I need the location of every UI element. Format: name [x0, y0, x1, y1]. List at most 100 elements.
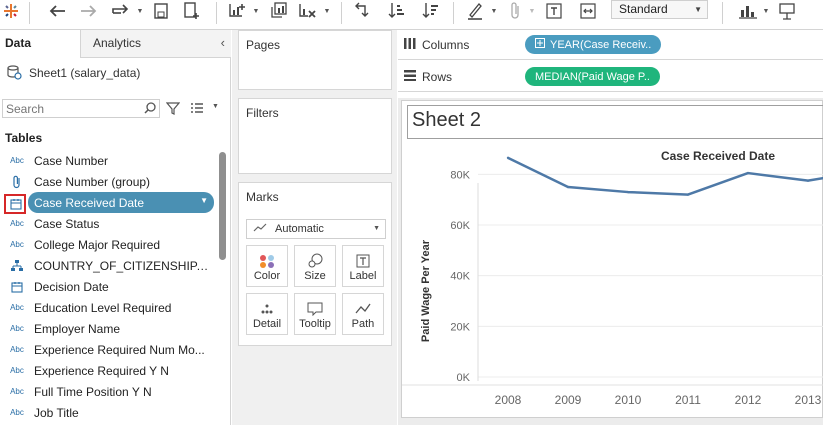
columns-shelf-name: Columns	[404, 37, 470, 52]
field-label: Education Level Required	[34, 300, 172, 315]
new-worksheet-icon[interactable]	[226, 0, 248, 22]
tab-analytics[interactable]: Analytics ‹	[80, 30, 231, 58]
columns-label: Columns	[422, 37, 470, 52]
sort-descending-icon[interactable]	[420, 0, 442, 22]
pages-card[interactable]: Pages	[238, 30, 392, 90]
field-dropdown-icon[interactable]: ▼	[200, 196, 208, 205]
y-tick-label: 0K	[457, 372, 471, 384]
tooltip-label: Tooltip	[299, 318, 331, 330]
new-datasource-icon[interactable]	[180, 0, 204, 22]
string-type-icon: Abc	[10, 156, 24, 165]
tables-header: Tables	[5, 131, 43, 145]
field-item[interactable]: Abc Experience Required Y N	[0, 360, 214, 381]
view-dropdown-icon[interactable]: ▼	[212, 103, 219, 110]
field-item[interactable]: Abc Job Title	[0, 402, 214, 423]
rows-shelf[interactable]: Rows MEDIAN(Paid Wage P..	[398, 62, 823, 92]
fit-select-value: Standard	[619, 2, 668, 16]
highlight-icon[interactable]	[464, 0, 486, 22]
field-item[interactable]: Case Number (group)	[0, 171, 214, 192]
label-button[interactable]: Label	[342, 245, 384, 287]
string-type-icon: Abc	[10, 366, 24, 375]
y-tick-label: 80K	[450, 169, 470, 181]
field-label: Case Number (group)	[34, 174, 151, 189]
path-icon	[355, 300, 371, 318]
tableau-logo-icon[interactable]	[2, 0, 20, 22]
sort-ascending-icon[interactable]	[386, 0, 408, 22]
toolbar: ▼ ▼ ▼ ▼ ▼ Standard ▼ ▼	[0, 0, 823, 30]
tooltip-button[interactable]: Tooltip	[294, 293, 336, 335]
filter-icon[interactable]	[165, 102, 181, 118]
field-item[interactable]: Abc Case Number	[0, 150, 214, 171]
field-item[interactable]: Abc College Major Required	[0, 234, 214, 255]
field-label: Case Received Date	[34, 195, 145, 210]
rows-label: Rows	[422, 69, 453, 84]
rows-pill-label: MEDIAN(Paid Wage P..	[535, 70, 650, 83]
shelves-pane: Pages Filters Marks Automatic ▼ Color Si…	[232, 30, 397, 425]
tab-data[interactable]: Data	[0, 30, 80, 58]
pages-title: Pages	[246, 38, 281, 52]
worksheet-area: Columns YEAR(Case Receiv.. Rows MEDIAN(P…	[398, 30, 823, 425]
label-text-icon[interactable]	[543, 0, 565, 22]
columns-pill[interactable]: YEAR(Case Receiv..	[525, 35, 662, 54]
field-item[interactable]: Abc Employer Name	[0, 318, 214, 339]
save-icon[interactable]	[151, 0, 171, 22]
string-type-icon: Abc	[10, 303, 24, 312]
x-tick-label: 2011	[675, 393, 701, 407]
undo-icon[interactable]	[46, 0, 68, 22]
field-label: College Major Required	[34, 237, 161, 252]
presentation-icon[interactable]	[776, 0, 798, 22]
detail-icon	[260, 300, 274, 318]
field-item[interactable]: Abc Full Time Position Y N	[0, 381, 214, 402]
attach-icon[interactable]	[505, 0, 525, 22]
detail-button[interactable]: Detail	[246, 293, 288, 335]
datasource-label: Sheet1 (salary_data)	[29, 66, 141, 80]
field-item[interactable]: Decision Date	[0, 276, 214, 297]
replay-icon[interactable]	[108, 0, 134, 22]
highlight-dropdown-icon[interactable]: ▼	[490, 0, 498, 22]
line-chart[interactable]: Case Received Date 0K 20K 40K 60K 80K Paid Wag…	[402, 101, 823, 419]
scrollbar[interactable]	[219, 152, 226, 260]
size-button[interactable]: Size	[294, 245, 336, 287]
fit-icon[interactable]	[577, 0, 599, 22]
view-list-icon[interactable]	[190, 102, 204, 117]
show-me-icon[interactable]	[736, 0, 760, 22]
swap-icon[interactable]	[352, 0, 374, 22]
duplicate-sheet-icon[interactable]	[268, 0, 290, 22]
columns-shelf[interactable]: Columns YEAR(Case Receiv..	[398, 30, 823, 60]
path-button[interactable]: Path	[342, 293, 384, 335]
field-item[interactable]: Abc Experience Required Num Mo...	[0, 339, 214, 360]
clear-sheet-dropdown-icon[interactable]: ▼	[323, 0, 331, 22]
field-item[interactable]: Abc Case Status	[0, 213, 214, 234]
rows-icon	[404, 69, 416, 84]
field-item[interactable]: Case Received Date ▼	[28, 192, 214, 213]
search-icon[interactable]	[144, 102, 156, 117]
rows-pill[interactable]: MEDIAN(Paid Wage P..	[525, 67, 660, 86]
chart-title: Case Received Date	[661, 149, 775, 163]
expand-icon[interactable]	[535, 38, 545, 51]
show-me-dropdown-icon[interactable]: ▼	[762, 0, 770, 22]
color-button[interactable]: Color	[246, 245, 288, 287]
search-input[interactable]	[2, 99, 160, 118]
size-icon	[307, 252, 323, 270]
string-type-icon: Abc	[10, 240, 24, 249]
calendar-icon	[0, 281, 34, 293]
data-point	[686, 193, 690, 196]
new-worksheet-dropdown-icon[interactable]: ▼	[252, 0, 260, 22]
attach-dropdown-icon[interactable]: ▼	[528, 0, 536, 22]
field-label: Case Number	[34, 153, 109, 168]
marks-card: Marks Automatic ▼ Color Size Label Detai…	[238, 182, 392, 346]
string-type-icon: Abc	[10, 219, 24, 228]
fit-select[interactable]: Standard ▼	[611, 0, 708, 19]
field-item[interactable]: Abc Education Level Required	[0, 297, 214, 318]
datasource-item[interactable]: Sheet1 (salary_data)	[6, 63, 140, 83]
path-label: Path	[351, 318, 375, 330]
collapse-pane-icon[interactable]: ‹	[221, 35, 225, 50]
filters-card[interactable]: Filters	[238, 98, 392, 174]
clear-sheet-icon[interactable]	[296, 0, 318, 22]
redo-icon[interactable]	[78, 0, 100, 22]
field-item[interactable]: COUNTRY_OF_CITIZENSHIP, ...	[0, 255, 214, 276]
marks-title: Marks	[246, 190, 279, 204]
marks-type-select[interactable]: Automatic ▼	[246, 219, 386, 239]
replay-dropdown-icon[interactable]: ▼	[136, 0, 144, 22]
group-clip-icon	[0, 175, 34, 189]
